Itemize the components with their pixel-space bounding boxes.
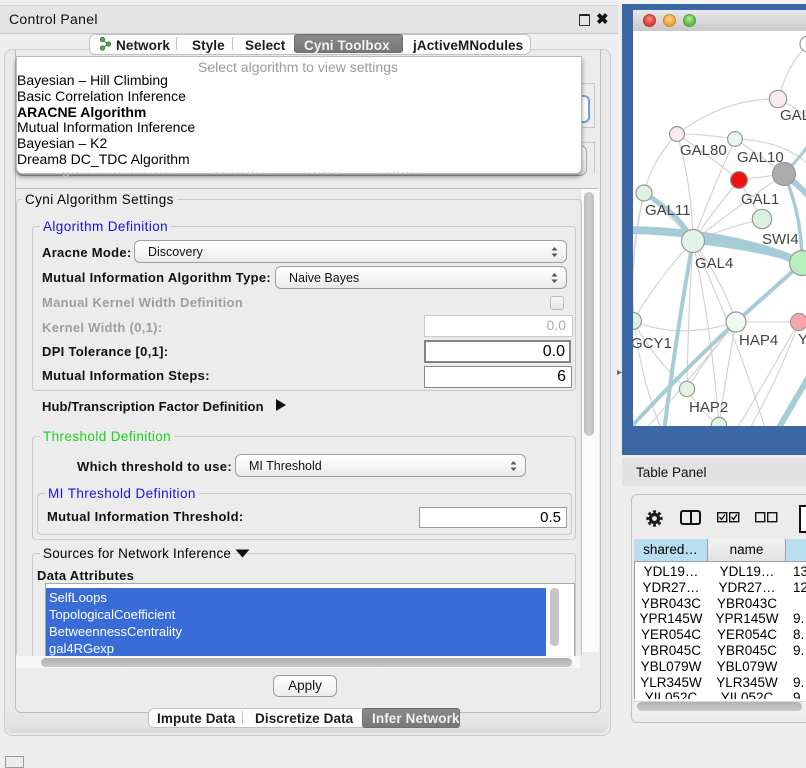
svg-text:HAP4: HAP4 xyxy=(739,332,778,349)
svg-text:Y: Y xyxy=(798,331,806,348)
svg-text:GAL80: GAL80 xyxy=(680,142,727,159)
svg-text:SWI4: SWI4 xyxy=(762,231,799,248)
svg-text:GAL: GAL xyxy=(780,107,806,124)
svg-text:GAL4: GAL4 xyxy=(695,255,733,272)
svg-text:GAL1: GAL1 xyxy=(741,191,779,208)
svg-text:GAL11: GAL11 xyxy=(645,202,691,219)
svg-text:GCY1: GCY1 xyxy=(633,335,672,352)
svg-text:HAP2: HAP2 xyxy=(689,399,728,416)
svg-text:GAL10: GAL10 xyxy=(737,149,784,166)
